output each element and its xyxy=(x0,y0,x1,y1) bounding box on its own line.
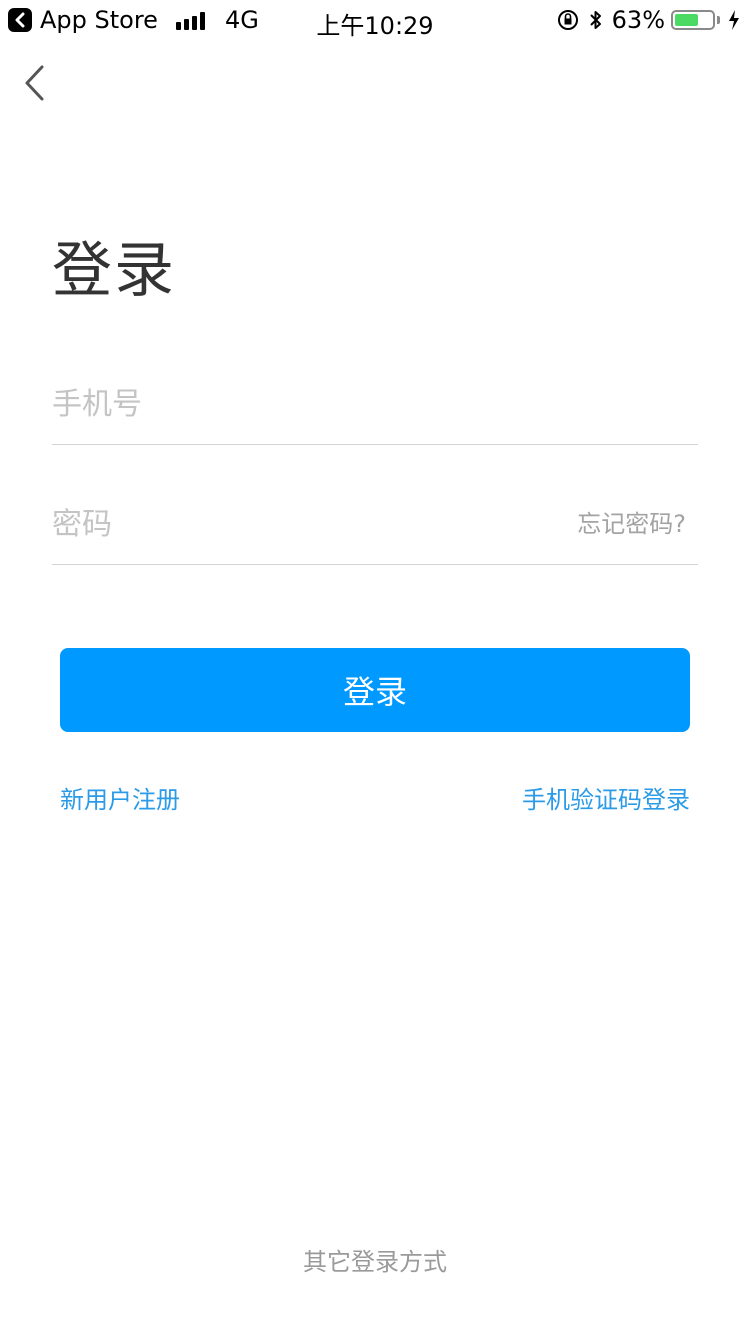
other-login-methods-link[interactable]: 其它登录方式 xyxy=(0,1242,750,1277)
phone-input[interactable] xyxy=(52,364,532,444)
battery-cap xyxy=(717,16,720,24)
page-title: 登录 xyxy=(52,236,176,306)
battery-percent: 63% xyxy=(611,6,665,34)
forgot-password-link[interactable]: 忘记密码? xyxy=(577,484,686,564)
status-bar-right: 63% xyxy=(548,6,740,34)
rotation-lock-icon xyxy=(556,8,580,32)
status-bar: App Store 4G 上午10:29 63% xyxy=(0,0,750,40)
battery-level xyxy=(675,14,698,26)
charging-icon xyxy=(728,9,740,31)
bluetooth-icon xyxy=(588,8,604,32)
battery-icon xyxy=(671,10,715,30)
back-button[interactable] xyxy=(20,62,50,106)
sms-login-link[interactable]: 手机验证码登录 xyxy=(522,780,690,815)
register-link[interactable]: 新用户注册 xyxy=(60,780,180,815)
login-button[interactable]: 登录 xyxy=(60,648,690,732)
chevron-left-icon xyxy=(25,65,44,101)
phone-field xyxy=(52,364,698,445)
password-input[interactable] xyxy=(52,484,532,564)
password-field: 忘记密码? xyxy=(52,484,698,565)
